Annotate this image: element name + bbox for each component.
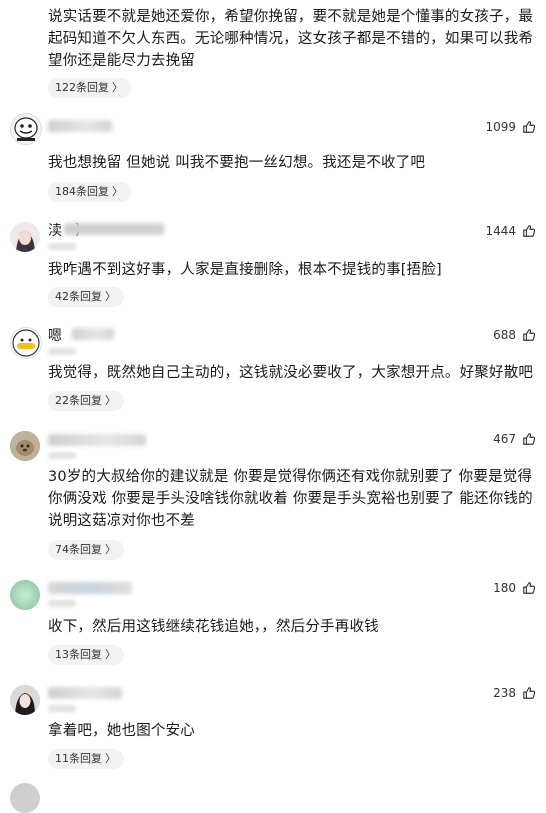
- thumbs-up-icon: [523, 582, 536, 594]
- like-button[interactable]: 1444: [485, 224, 536, 238]
- comment-text: 说实话要不就是她还爱你，希望你挽留，要不就是她是个懂事的女孩子，最起码知道不欠人…: [48, 9, 534, 69]
- like-count: 180: [493, 581, 516, 595]
- chevron-right-icon: 〉: [105, 648, 116, 661]
- like-count: 1099: [485, 120, 516, 134]
- chevron-right-icon: 〉: [105, 394, 116, 407]
- comment-text: 收下，然后用这钱继续花钱追她，，然后分手再收钱: [48, 619, 379, 635]
- replies-count: 13条回复: [55, 648, 102, 661]
- like-count: 238: [493, 686, 516, 700]
- chevron-right-icon: 〉: [105, 752, 116, 765]
- comment-meta: [48, 243, 76, 250]
- thumbs-up-icon: [523, 687, 536, 699]
- replies-count: 42条回复: [55, 290, 102, 303]
- avatar[interactable]: [10, 113, 42, 145]
- username[interactable]: [48, 434, 146, 446]
- replies-button[interactable]: 11条回复 〉: [48, 749, 124, 769]
- like-count: 467: [493, 432, 516, 446]
- avatar[interactable]: [10, 222, 40, 252]
- replies-button[interactable]: 22条回复 〉: [48, 391, 124, 411]
- comment-meta: [48, 348, 76, 355]
- thumbs-up-icon: [523, 225, 536, 237]
- like-button[interactable]: 467: [493, 432, 536, 446]
- avatar[interactable]: [10, 580, 40, 610]
- like-button[interactable]: 688: [493, 328, 536, 342]
- replies-count: 22条回复: [55, 394, 102, 407]
- chevron-right-icon: 〉: [112, 185, 123, 198]
- comment-text: 我咋遇不到这好事，人家是直接删除，根本不提钱的事[捂脸]: [48, 262, 442, 278]
- like-button[interactable]: 1099: [485, 120, 536, 134]
- username-blur: [72, 328, 114, 340]
- username[interactable]: 嗯: [48, 325, 62, 345]
- replies-button[interactable]: 13条回复 〉: [48, 645, 124, 665]
- username-blur: [64, 223, 164, 235]
- comment-text: 我觉得，既然她自己主动的，这钱就没必要收了，大家想开点。好聚好散吧: [48, 365, 534, 381]
- thumbs-up-icon: [523, 433, 536, 445]
- comment-text: 30岁的大叔给你的建议就是 你要是觉得你俩还有戏你就别要了 你要是觉得你俩没戏 …: [48, 469, 533, 529]
- replies-button[interactable]: 122条回复 〉: [48, 78, 131, 98]
- replies-button[interactable]: 184条回复 〉: [48, 182, 131, 202]
- username-visible: 嗯: [48, 328, 62, 344]
- chevron-right-icon: 〉: [105, 543, 116, 556]
- username[interactable]: [48, 582, 132, 594]
- thumbs-up-icon: [523, 121, 536, 133]
- username[interactable]: [48, 687, 122, 699]
- thumbs-up-icon: [523, 329, 536, 341]
- comment-text: 拿着吧，她也图个安心: [48, 723, 195, 739]
- username[interactable]: [48, 120, 112, 132]
- replies-button[interactable]: 42条回复 〉: [48, 287, 124, 307]
- comment-meta: [48, 600, 76, 607]
- comment-meta: [48, 705, 76, 712]
- like-button[interactable]: 238: [493, 686, 536, 700]
- avatar[interactable]: [10, 431, 40, 461]
- replies-count: 122条回复: [55, 81, 109, 94]
- replies-button[interactable]: 74条回复 〉: [48, 540, 124, 560]
- avatar[interactable]: [10, 685, 40, 715]
- replies-count: 11条回复: [55, 752, 102, 765]
- avatar[interactable]: [10, 327, 42, 359]
- like-button[interactable]: 180: [493, 581, 536, 595]
- chevron-right-icon: 〉: [105, 290, 116, 303]
- like-count: 688: [493, 328, 516, 342]
- avatar[interactable]: [10, 783, 40, 813]
- comment-text: 我也想挽留 但她说 叫我不要抱一丝幻想。我还是不收了吧: [48, 155, 426, 171]
- replies-count: 74条回复: [55, 543, 102, 556]
- like-count: 1444: [485, 224, 516, 238]
- chevron-right-icon: 〉: [112, 81, 123, 94]
- comment-meta: [48, 452, 76, 459]
- replies-count: 184条回复: [55, 185, 109, 198]
